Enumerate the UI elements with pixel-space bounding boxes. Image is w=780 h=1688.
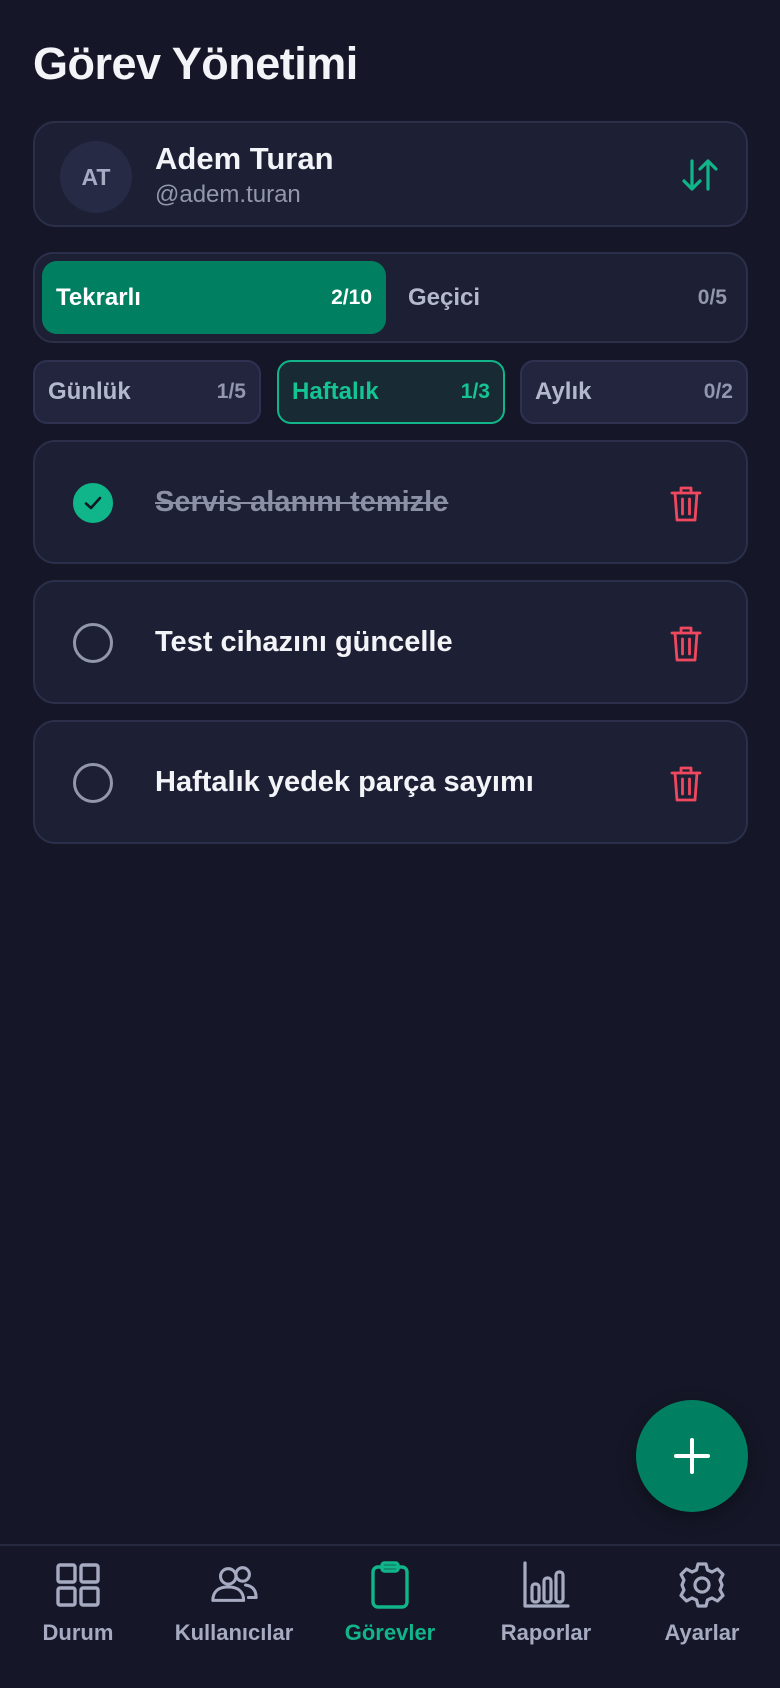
nav-label: Raporlar [500,1620,592,1645]
task-item: Test cihazını güncelle [33,580,748,704]
check-icon [84,496,102,510]
users-icon [211,1566,258,1602]
user-name: Adem Turan [155,141,334,176]
task-type-tabs: Tekrarlı 2/10 Geçici 0/5 [33,252,748,343]
nav-label: Görevler [344,1620,436,1645]
user-card[interactable]: AT Adem Turan @adem.turan [33,121,748,227]
user-handle: @adem.turan [155,181,301,208]
clipboard-icon [371,1561,409,1609]
tab-temporary[interactable]: Geçici 0/5 [394,261,741,334]
nav-label: Ayarlar [664,1620,740,1645]
period-label: Günlük [48,378,131,405]
switch-user-button[interactable] [680,155,720,195]
nav-item-durum[interactable]: Durum [0,1560,156,1660]
task-checkbox[interactable] [73,763,113,803]
period-tab-daily[interactable]: Günlük 1/5 [33,360,261,424]
nav-item-ayarlar[interactable]: Ayarlar [624,1560,780,1660]
add-task-button[interactable] [636,1400,748,1512]
nav-item-raporlar[interactable]: Raporlar [468,1560,624,1660]
task-title: Test cihazını güncelle [155,626,453,658]
nav-item-kullanicilar[interactable]: Kullanıcılar [156,1560,312,1660]
nav-label: Kullanıcılar [174,1620,294,1645]
trash-icon [670,626,702,662]
period-count: 0/2 [703,380,733,403]
trash-icon [670,766,702,802]
period-count: 1/5 [216,380,246,403]
period-tab-monthly[interactable]: Aylık 0/2 [520,360,748,424]
task-item: Haftalık yedek parça sayımı [33,720,748,844]
nav-item-gorevler[interactable]: Görevler [312,1560,468,1660]
page-title: Görev Yönetimi [33,38,358,89]
nav-label: Durum [42,1620,114,1645]
gear-icon [679,1562,725,1608]
tab-label: Tekrarlı [56,283,141,311]
task-checkbox[interactable] [73,623,113,663]
delete-task-button[interactable] [668,484,704,524]
period-tab-weekly[interactable]: Haftalık 1/3 [277,360,505,424]
avatar: AT [60,141,132,213]
bar-chart-icon [523,1561,570,1608]
task-title: Servis alanını temizle [155,486,449,518]
tab-count: 0/5 [697,285,727,309]
task-title: Haftalık yedek parça sayımı [155,766,534,798]
delete-task-button[interactable] [668,624,704,664]
task-checkbox[interactable] [73,483,113,523]
tab-count: 2/10 [331,285,372,309]
task-item: Servis alanını temizle [33,440,748,564]
task-management-screen: Görev Yönetimi AT Adem Turan @adem.turan… [0,0,780,1688]
grid-icon [56,1563,100,1607]
period-label: Aylık [535,378,592,405]
swap-vertical-icon [682,159,718,191]
bottom-navigation: Durum Kullanıcılar Görevler Raporlar Aya… [0,1544,780,1688]
trash-icon [670,486,702,522]
delete-task-button[interactable] [668,764,704,804]
tab-recurring[interactable]: Tekrarlı 2/10 [42,261,386,334]
plus-icon [674,1438,710,1474]
period-count: 1/3 [460,380,490,403]
period-label: Haftalık [292,378,379,405]
tab-label: Geçici [408,283,481,311]
